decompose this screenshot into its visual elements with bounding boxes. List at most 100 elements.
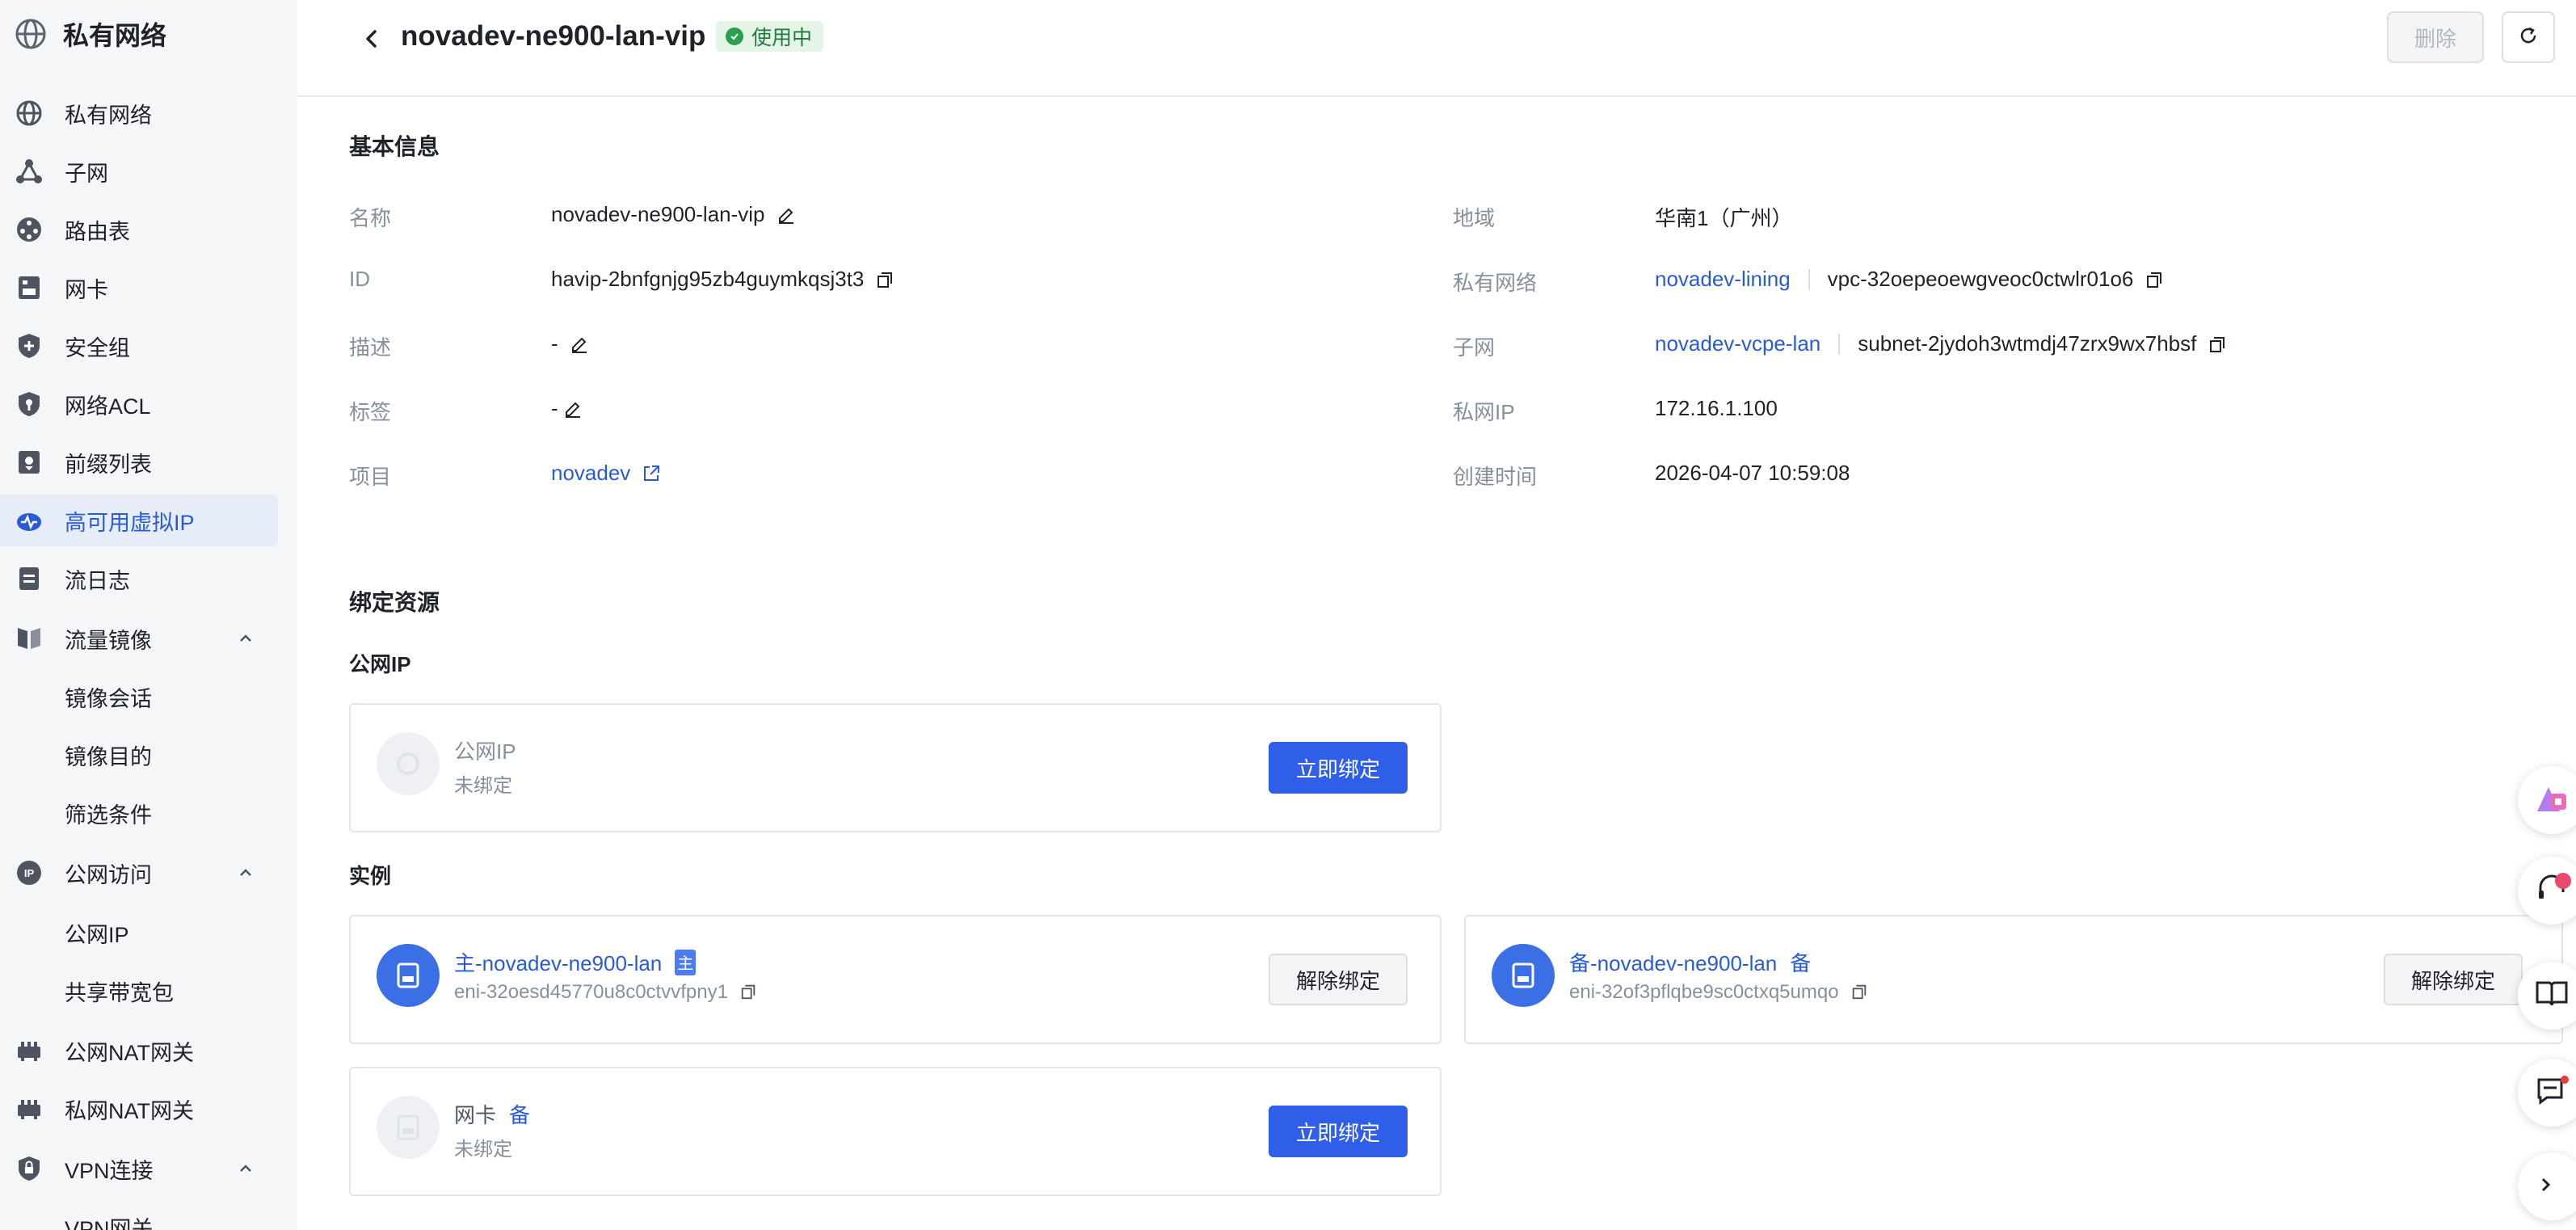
copy-icon[interactable] — [1850, 983, 1870, 1002]
sidebar-item-public-nat[interactable]: 公网NAT网关 — [0, 1025, 278, 1076]
edit-icon[interactable] — [570, 335, 589, 354]
sidebar-item-label: VPN网关 — [65, 1216, 154, 1230]
nic-card-title: 网卡 — [454, 1103, 497, 1127]
bound-resources-title: 绑定资源 — [349, 590, 440, 615]
sidebar-item-label: 前缀列表 — [65, 452, 152, 477]
sidebar-item-flow-log[interactable]: 流日志 — [0, 553, 278, 604]
sidebar-item-filter[interactable]: 筛选条件 — [0, 787, 278, 839]
instance-main-title-row[interactable]: 主-novadev-ne900-lan 主 — [454, 947, 697, 977]
vpc-value: novadev-lining vpc-32oepeoewgveoc0ctwlr0… — [1655, 267, 2164, 292]
project-link[interactable]: novadev — [551, 461, 630, 486]
sidebar-item-mirror-session[interactable]: 镜像会话 — [0, 671, 278, 722]
primary-tag: 主 — [675, 949, 697, 975]
book-icon — [2536, 979, 2568, 1013]
project-label: 项目 — [349, 465, 392, 489]
nic-card-title-row: 网卡 备 — [454, 1099, 530, 1129]
tag-label: 标签 — [349, 400, 392, 424]
instance-backup-link[interactable]: 备-novadev-ne900-lan — [1569, 947, 1777, 977]
instance-backup-card: 备-novadev-ne900-lan 备 eni-32of3pflqbe9sc… — [1464, 915, 2563, 1044]
shield-icon — [13, 330, 45, 362]
sidebar-item-mirror-target[interactable]: 镜像目的 — [0, 729, 278, 781]
name-label: 名称 — [349, 206, 392, 230]
nic-backup-card: 网卡 备 未绑定 立即绑定 — [349, 1067, 1442, 1196]
edit-icon[interactable] — [563, 399, 583, 419]
private-ip-value: 172.16.1.100 — [1655, 396, 1778, 420]
ip-icon: IP — [13, 857, 45, 889]
prefix-icon — [13, 446, 45, 478]
name-value: novadev-ne900-lan-vip — [551, 202, 796, 227]
sidebar-item-network-acl[interactable]: 网络ACL — [0, 378, 278, 430]
sidebar-item-vpn[interactable]: VPN连接 — [0, 1143, 278, 1194]
name-text: novadev-ne900-lan-vip — [551, 202, 765, 226]
sidebar-item-havip[interactable]: 高可用虚拟IP — [0, 495, 278, 546]
instance-main-link[interactable]: 主-novadev-ne900-lan — [454, 947, 662, 977]
chevron-up-icon[interactable] — [236, 863, 255, 882]
sidebar-item-subnet[interactable]: 子网 — [0, 145, 278, 197]
sidebar-item-public-access[interactable]: IP 公网访问 — [0, 847, 278, 899]
sidebar-item-nic[interactable]: 网卡 — [0, 262, 278, 314]
created-time-label: 创建时间 — [1453, 465, 1538, 489]
subnet-value: novadev-vcpe-lan subnet-2jydoh3wtmdj47zr… — [1655, 331, 2227, 356]
page-title: novadev-ne900-lan-vip — [401, 20, 706, 52]
back-arrow-icon[interactable] — [356, 23, 388, 55]
instance-main-card: 主-novadev-ne900-lan 主 eni-32oesd45770u8c… — [349, 915, 1442, 1044]
status-text: 使用中 — [751, 27, 813, 49]
chevron-up-icon[interactable] — [236, 1159, 255, 1178]
subnet-label: 子网 — [1453, 335, 1496, 360]
vpc-logo-icon — [13, 16, 48, 52]
copy-icon[interactable] — [2208, 335, 2227, 354]
unbind-main-button[interactable]: 解除绑定 — [1269, 954, 1408, 1005]
sidebar-item-public-ip[interactable]: 公网IP — [0, 907, 278, 958]
check-circle-icon — [726, 27, 743, 45]
vpc-id-text: vpc-32oepeoewgveoc0ctwlr01o6 — [1827, 267, 2134, 291]
public-ip-card-status: 未绑定 — [454, 775, 512, 797]
refresh-button[interactable] — [2502, 11, 2555, 63]
external-link-icon[interactable] — [642, 464, 661, 483]
vpc-link[interactable]: novadev-lining — [1655, 267, 1791, 292]
nic-card-status: 未绑定 — [454, 1139, 512, 1160]
public-ip-card: 公网IP 未绑定 立即绑定 — [349, 703, 1442, 832]
backup-tag: 备 — [509, 1103, 531, 1127]
sidebar-item-label: 私网NAT网关 — [65, 1098, 194, 1123]
delete-button[interactable]: 删除 — [2387, 11, 2484, 63]
project-value[interactable]: novadev — [551, 461, 661, 486]
sidebar-item-private-nat[interactable]: 私网NAT网关 — [0, 1083, 278, 1135]
copy-icon[interactable] — [875, 270, 894, 289]
nic-card-icon — [377, 944, 440, 1007]
sidebar-item-prefix-list[interactable]: 前缀列表 — [0, 436, 278, 488]
private-ip-label: 私网IP — [1453, 400, 1515, 424]
id-value: havip-2bnfgnjg95zb4guymkqsj3t3 — [551, 267, 894, 292]
description-label: 描述 — [349, 335, 392, 360]
id-text: havip-2bnfgnjg95zb4guymkqsj3t3 — [551, 267, 865, 291]
sidebar-item-traffic-mirror[interactable]: 流量镜像 — [0, 613, 278, 664]
message-icon — [2536, 1075, 2571, 1111]
sidebar-item-vpn-gateway[interactable]: VPN网关 — [0, 1201, 278, 1230]
sidebar-item-vpc[interactable]: 私有网络 — [0, 87, 278, 139]
sidebar-item-label: 私有网络 — [65, 103, 152, 128]
description-value: - — [551, 331, 589, 356]
chevron-up-icon[interactable] — [236, 629, 255, 648]
route-icon — [13, 213, 45, 246]
sidebar-item-route-table[interactable]: 路由表 — [0, 204, 278, 255]
log-icon — [13, 562, 45, 595]
copy-icon[interactable] — [2145, 270, 2164, 289]
bind-public-ip-button[interactable]: 立即绑定 — [1269, 742, 1408, 794]
sidebar-item-label: 镜像目的 — [65, 744, 152, 769]
page-header: novadev-ne900-lan-vip 使用中 删除 — [297, 0, 2576, 97]
copy-icon[interactable] — [739, 983, 759, 1002]
sidebar-item-security-group[interactable]: 安全组 — [0, 320, 278, 372]
edit-icon[interactable] — [777, 205, 796, 225]
public-ip-section-title: 公网IP — [349, 652, 411, 676]
headset-icon — [2536, 871, 2571, 911]
sidebar-item-label: 公网IP — [65, 922, 129, 947]
sidebar-header: 私有网络 — [13, 11, 166, 57]
subnet-link[interactable]: novadev-vcpe-lan — [1655, 331, 1820, 356]
unbind-backup-button[interactable]: 解除绑定 — [2384, 954, 2523, 1005]
sidebar-item-label: 流量镜像 — [65, 628, 152, 653]
status-badge: 使用中 — [716, 21, 824, 52]
bind-nic-button[interactable]: 立即绑定 — [1269, 1106, 1408, 1157]
instance-backup-eni-text: eni-32of3pflqbe9sc0ctxq5umqo — [1569, 981, 1839, 1003]
instance-backup-title-row[interactable]: 备-novadev-ne900-lan 备 — [1569, 947, 1811, 977]
sidebar-item-bandwidth-package[interactable]: 共享带宽包 — [0, 965, 278, 1017]
sidebar-item-label: 子网 — [65, 161, 108, 186]
